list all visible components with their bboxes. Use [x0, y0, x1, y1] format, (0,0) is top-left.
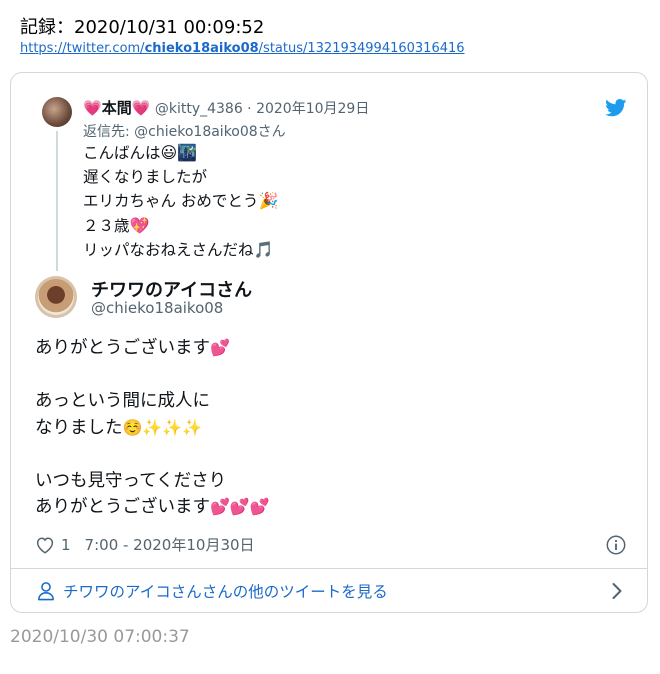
quoted-line: エリカちゃん おめでとう🎉: [83, 191, 279, 210]
info-icon[interactable]: [605, 534, 627, 556]
tweet-timestamp[interactable]: 7:00 - 2020年10月30日: [85, 534, 255, 555]
author-avatar[interactable]: [35, 276, 77, 318]
quoted-line: ２３歳💖: [83, 215, 150, 235]
quoted-handle-date[interactable]: @kitty_4386 · 2020年10月29日: [155, 101, 370, 117]
heart-outline-icon[interactable]: [35, 536, 55, 554]
quoted-author-name[interactable]: 本間: [102, 99, 132, 117]
tweet-line: ありがとうございます💕: [35, 338, 230, 358]
record-timestamp: 記録：2020/10/31 00:09:52: [20, 17, 265, 38]
url-suffix: /status/1321934994160316416: [258, 41, 465, 56]
url-prefix: https://twitter.com/: [20, 41, 145, 56]
author-handle[interactable]: @chieko18aiko08: [91, 299, 223, 317]
tweet-meta: 1 7:00 - 2020年10月30日: [35, 534, 255, 555]
like-count[interactable]: 1: [61, 536, 71, 554]
capture-time: 2020/10/30 07:00:37: [10, 627, 190, 647]
quoted-line: 遅くなりましたが: [83, 167, 208, 186]
quoted-avatar[interactable]: [42, 97, 72, 127]
twitter-bird-icon[interactable]: [605, 99, 627, 117]
quoted-line: こんばんは😃🌃: [83, 143, 198, 162]
tweet-line: なりました☺️✨✨✨: [35, 417, 203, 438]
chevron-right-icon[interactable]: [611, 582, 623, 600]
quoted-line: リッパなおねえさんだね🎵: [83, 240, 274, 259]
heart-emoji-left: 💗: [83, 99, 102, 117]
more-tweets-label[interactable]: チワワのアイコさんさんの他のツイートを見る: [63, 580, 388, 602]
tweet-line: あっという間に成人に: [35, 391, 210, 411]
thread-line: [56, 131, 58, 271]
tweet-line: いつも見守ってくださり: [35, 470, 227, 491]
embedded-tweet-card: 💗本間💗 @kitty_4386 · 2020年10月29日 返信先: @chi…: [10, 72, 648, 613]
reply-to[interactable]: 返信先: @chieko18aiko08さん: [83, 121, 286, 141]
tweet-line: ありがとうございます💕💕💕: [35, 497, 270, 517]
quoted-tweet-header: 💗本間💗 @kitty_4386 · 2020年10月29日: [83, 97, 369, 118]
tweet-permalink[interactable]: https://twitter.com/chieko18aiko08/statu…: [20, 41, 465, 56]
url-user: chieko18aiko08: [144, 41, 259, 56]
quoted-tweet-text: こんばんは😃🌃 遅くなりましたが エリカちゃん おめでとう🎉 ２３歳💖 リッパな…: [83, 141, 278, 263]
heart-emoji-right: 💗: [131, 99, 151, 117]
person-icon: [38, 582, 54, 601]
more-tweets-link[interactable]: チワワのアイコさんさんの他のツイートを見る: [11, 569, 647, 613]
tweet-text: ありがとうございます💕 あっという間に成人に なりました☺️✨✨✨ いつも見守っ…: [35, 335, 270, 521]
